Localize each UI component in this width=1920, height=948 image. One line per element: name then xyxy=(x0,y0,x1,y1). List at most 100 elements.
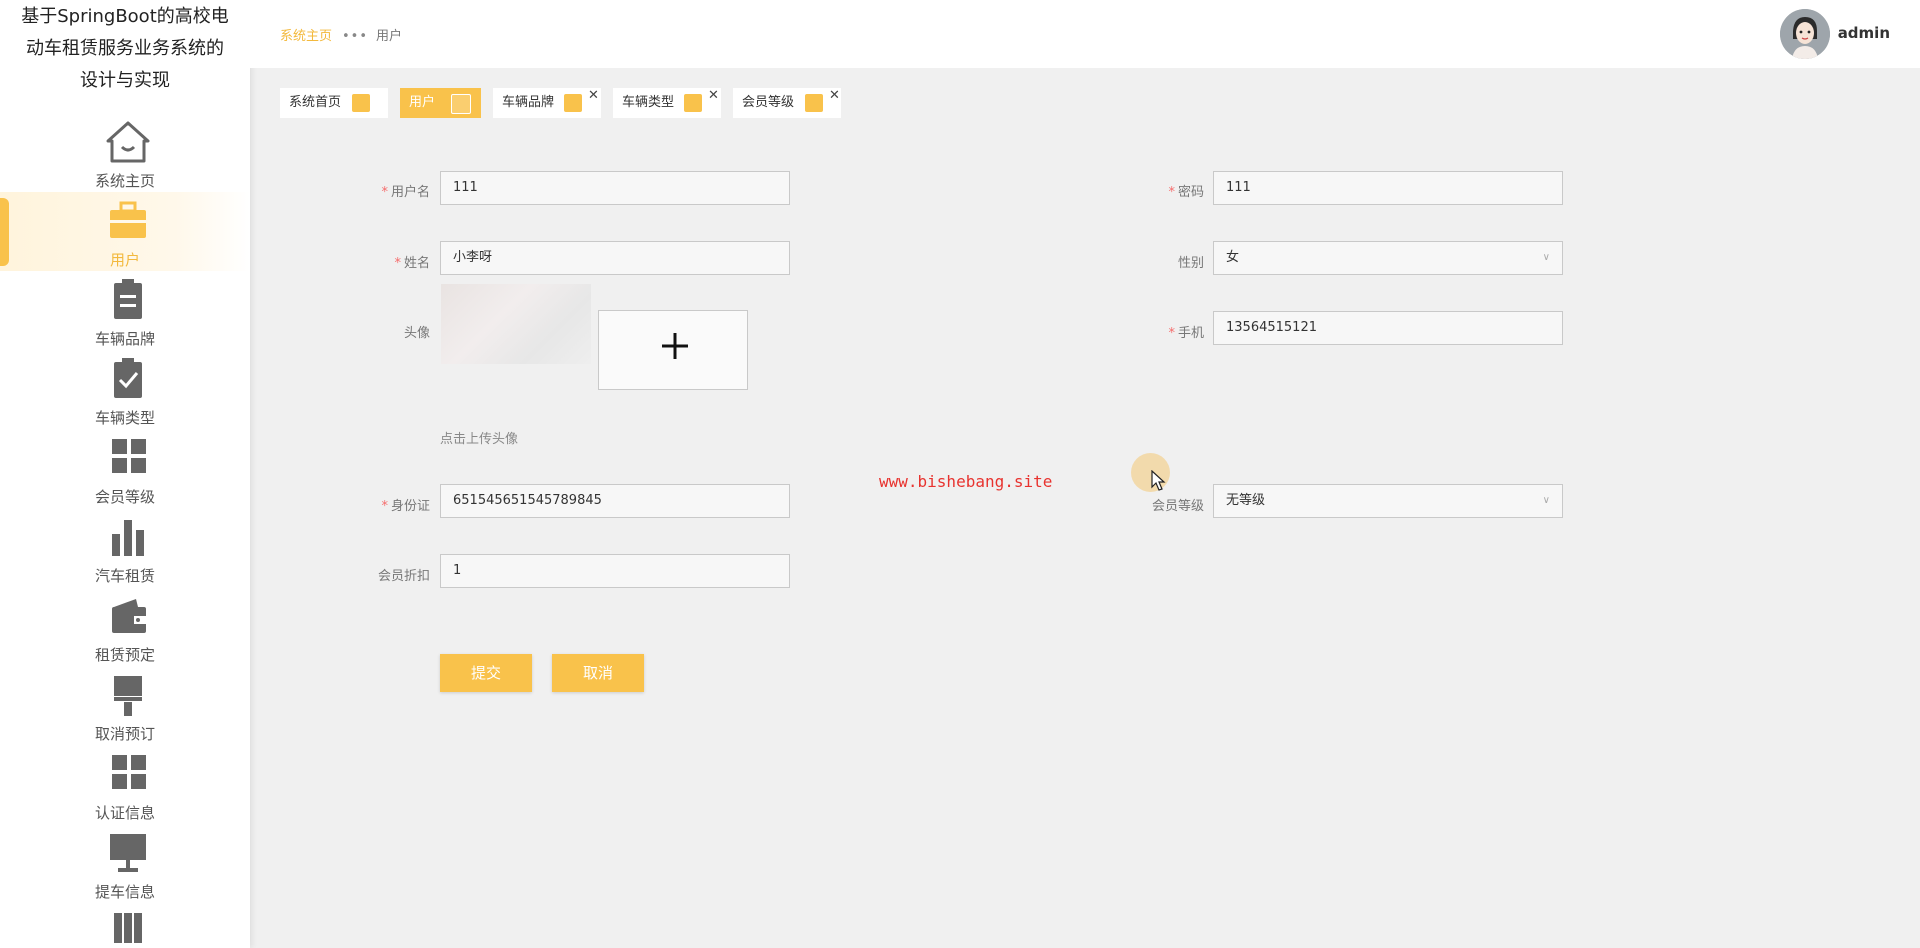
user-avatar-icon xyxy=(1780,9,1830,59)
field-value: 111 xyxy=(1226,180,1251,195)
clipboard-check-icon xyxy=(114,358,142,398)
sidebar-item-label: 车辆类型 xyxy=(94,409,155,427)
tab-label: 系统首页 xyxy=(289,95,342,110)
field-label: 身份证 xyxy=(390,499,430,514)
tab-users[interactable]: 用户 xyxy=(400,88,481,118)
gender-select[interactable]: 女 ∨ xyxy=(1213,241,1563,275)
field-label: 手机 xyxy=(1177,326,1204,341)
sidebar-item-rental-booking[interactable]: 租赁预定 xyxy=(0,587,250,666)
member-level-label: 会员等级 xyxy=(1084,495,1204,514)
username-field[interactable]: 111 xyxy=(440,171,790,205)
app-title-line: 动车租赁服务业务系统的 xyxy=(26,38,224,59)
grid-icon xyxy=(112,755,146,789)
gender-label: 性别 xyxy=(1084,252,1204,271)
phone-field[interactable]: 13564515121 xyxy=(1213,311,1563,345)
tab-refresh-icon[interactable] xyxy=(564,94,582,112)
sidebar-item-pickup-info[interactable]: 提车信息 xyxy=(0,824,250,903)
app-title-line: 设计与实现 xyxy=(80,70,170,91)
field-value: 女 xyxy=(1226,250,1240,265)
field-label: 姓名 xyxy=(403,256,430,271)
discount-field[interactable]: 1 xyxy=(440,554,790,588)
name-field[interactable]: 小李呀 xyxy=(440,241,790,275)
sidebar-item-users[interactable]: 用户 xyxy=(0,192,250,271)
cancel-button[interactable]: 取消 xyxy=(552,654,644,692)
username-label: * 用户名 xyxy=(310,181,430,200)
phone-label: * 手机 xyxy=(1084,322,1204,341)
username-label[interactable]: admin xyxy=(1838,24,1890,42)
field-label: 头像 xyxy=(403,326,430,341)
avatar-label: 头像 xyxy=(310,322,430,341)
breadcrumb: 系统主页 ••• 用户 xyxy=(280,25,402,44)
close-icon[interactable]: ✕ xyxy=(708,81,719,111)
tab-refresh-icon[interactable] xyxy=(684,94,702,112)
sidebar-item-certification[interactable]: 认证信息 xyxy=(0,745,250,824)
tab-refresh-icon[interactable] xyxy=(352,94,370,112)
breadcrumb-home[interactable]: 系统主页 xyxy=(280,29,332,44)
field-label: 性别 xyxy=(1177,256,1204,271)
submit-button[interactable]: 提交 xyxy=(440,654,532,692)
required-mark: * xyxy=(1168,185,1175,200)
sidebar-item-label: 取消预订 xyxy=(94,725,155,743)
field-label: 用户名 xyxy=(390,185,430,200)
sidebar-item-label: 车辆品牌 xyxy=(94,330,155,348)
sidebar-item-car-rental[interactable]: 汽车租赁 xyxy=(0,508,250,587)
tab-label: 用户 xyxy=(409,95,436,110)
tab-label: 会员等级 xyxy=(742,95,795,110)
bar-chart-icon xyxy=(112,520,144,556)
briefcase-icon xyxy=(110,201,146,238)
sidebar-item-label: 会员等级 xyxy=(94,488,155,506)
sidebar: 基于SpringBoot的高校电 动车租赁服务业务系统的 设计与实现 系统主页 … xyxy=(0,0,250,948)
sidebar-item-member-level[interactable]: 会员等级 xyxy=(0,429,250,508)
avatar[interactable] xyxy=(1780,9,1830,59)
sidebar-item-cancel-booking[interactable]: 取消预订 xyxy=(0,666,250,745)
field-value: 小李呀 xyxy=(453,250,493,265)
avatar-upload-button[interactable] xyxy=(598,310,748,390)
sidebar-item-label: 系统主页 xyxy=(94,172,155,190)
close-icon[interactable]: ✕ xyxy=(829,81,840,111)
sidebar-item-label: 用户 xyxy=(109,251,140,269)
field-label: 会员等级 xyxy=(1151,499,1204,514)
field-label: 会员折扣 xyxy=(377,569,430,584)
field-value: 13564515121 xyxy=(1226,320,1317,335)
tab-vehicle-brand[interactable]: 车辆品牌 ✕ xyxy=(493,88,601,118)
mouse-cursor-icon xyxy=(1151,470,1166,491)
field-value: 651545651545789845 xyxy=(453,493,602,508)
tab-vehicle-type[interactable]: 车辆类型 ✕ xyxy=(613,88,721,118)
required-mark: * xyxy=(394,256,401,271)
wallet-icon xyxy=(112,599,146,633)
monitor-icon xyxy=(110,834,146,872)
app-title: 基于SpringBoot的高校电 动车租赁服务业务系统的 设计与实现 xyxy=(0,1,250,97)
field-value: 111 xyxy=(453,180,478,195)
field-value: 1 xyxy=(453,563,462,578)
password-field[interactable]: 111 xyxy=(1213,171,1563,205)
tab-member-level[interactable]: 会员等级 ✕ xyxy=(733,88,841,118)
brush-icon xyxy=(114,676,142,716)
sidebar-item-more[interactable] xyxy=(0,903,250,948)
clipboard-icon xyxy=(114,279,142,319)
discount-label: 会员折扣 xyxy=(310,565,430,584)
id-card-field[interactable]: 651545651545789845 xyxy=(440,484,790,518)
tab-refresh-icon[interactable] xyxy=(805,94,823,112)
required-mark: * xyxy=(1168,326,1175,341)
name-label: * 姓名 xyxy=(310,252,430,271)
id-card-label: * 身份证 xyxy=(310,495,430,514)
avatar-upload-hint: 点击上传头像 xyxy=(440,432,519,447)
avatar-preview-image xyxy=(441,284,591,364)
sidebar-item-label: 租赁预定 xyxy=(94,646,155,664)
field-label: 密码 xyxy=(1177,185,1204,200)
sidebar-item-vehicle-brand[interactable]: 车辆品牌 xyxy=(0,271,250,350)
user-menu[interactable]: admin xyxy=(1750,8,1890,60)
close-icon[interactable]: ✕ xyxy=(588,81,599,111)
member-level-select[interactable]: 无等级 ∨ xyxy=(1213,484,1563,518)
grid-icon xyxy=(112,439,146,473)
sidebar-item-vehicle-type[interactable]: 车辆类型 xyxy=(0,350,250,429)
sidebar-item-home[interactable]: 系统主页 xyxy=(0,113,250,192)
tab-refresh-icon[interactable] xyxy=(451,94,471,114)
home-icon xyxy=(106,121,150,163)
sidebar-item-label: 认证信息 xyxy=(94,804,155,822)
app-title-line: 基于SpringBoot的高校电 xyxy=(21,6,229,27)
book-icon xyxy=(114,913,142,943)
breadcrumb-current: 用户 xyxy=(376,29,403,44)
password-label: * 密码 xyxy=(1084,181,1204,200)
tab-home[interactable]: 系统首页 xyxy=(280,88,388,118)
